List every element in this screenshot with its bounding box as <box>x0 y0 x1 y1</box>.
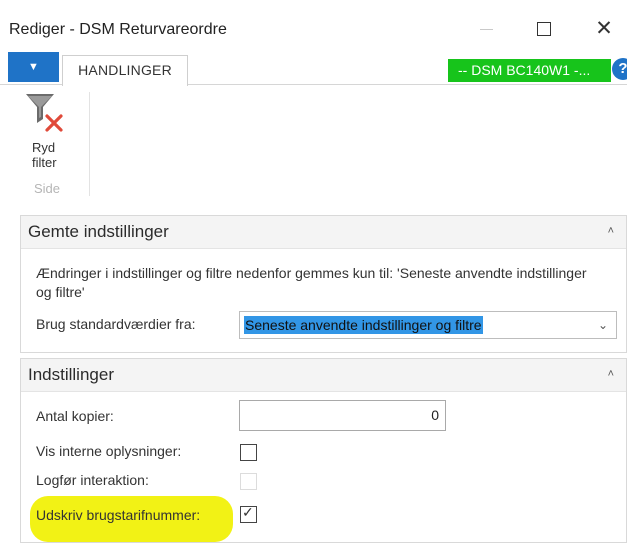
settings-section: Indstillinger ˄ Antal kopier: 0 Vis inte… <box>20 358 627 543</box>
settings-title: Indstillinger <box>28 365 114 384</box>
ribbon-divider <box>89 92 90 196</box>
maximize-icon <box>537 22 551 36</box>
ribbon: Ryd filter Side <box>0 86 627 202</box>
chevron-up-icon[interactable]: ˄ <box>608 368 614 380</box>
checkmark-icon: ✓ <box>242 504 254 520</box>
defaults-select[interactable]: Seneste anvendte indstillinger og filtre… <box>239 311 617 339</box>
saved-settings-title: Gemte indstillinger <box>28 222 169 241</box>
saved-settings-section: Gemte indstillinger ˄ Ændringer i indsti… <box>20 215 627 353</box>
tab-handlinger[interactable]: HANDLINGER <box>62 55 188 86</box>
action-tab-bar: ▼ HANDLINGER -- DSM BC140W1 -... ? <box>0 52 627 86</box>
defaults-select-value: Seneste anvendte indstillinger og filtre <box>244 316 483 334</box>
print-tariff-label: Udskriv brugstarifnummer: <box>36 507 201 523</box>
saved-settings-header[interactable]: Gemte indstillinger ˄ <box>21 216 626 249</box>
copies-input[interactable]: 0 <box>239 400 446 431</box>
internal-info-label: Vis interne oplysninger: <box>36 443 182 459</box>
ribbon-group-label: Side <box>34 181 61 196</box>
clear-filter-button[interactable]: Ryd filter <box>20 90 76 182</box>
copies-label: Antal kopier: <box>36 408 114 424</box>
chevron-down-icon[interactable]: ⌄ <box>598 318 608 332</box>
title-bar: Rediger - DSM Returvareordre ✕ <box>0 0 627 52</box>
clear-filter-icon <box>26 94 63 132</box>
company-badge[interactable]: -- DSM BC140W1 -... <box>448 59 611 82</box>
app-menu-button[interactable]: ▼ <box>8 52 59 82</box>
copies-value: 0 <box>431 407 439 423</box>
settings-header[interactable]: Indstillinger ˄ <box>21 359 626 392</box>
close-icon: ✕ <box>595 17 613 40</box>
caret-down-icon: ▼ <box>28 61 39 73</box>
chevron-up-icon[interactable]: ˄ <box>608 225 614 237</box>
clear-filter-label: Ryd filter <box>32 140 57 170</box>
saved-settings-info: Ændringer i indstillinger og filtre nede… <box>36 265 587 300</box>
print-tariff-checkbox[interactable]: ✓ <box>240 504 257 523</box>
log-interaction-label: Logfør interaktion: <box>36 472 149 488</box>
help-icon[interactable]: ? <box>612 58 627 80</box>
minimize-icon <box>479 29 493 30</box>
defaults-label: Brug standardværdier fra: <box>36 316 196 332</box>
log-interaction-checkbox <box>240 473 257 490</box>
minimize-button[interactable] <box>466 14 506 44</box>
window-title: Rediger - DSM Returvareordre <box>9 21 227 38</box>
close-button[interactable]: ✕ <box>584 14 624 44</box>
maximize-button[interactable] <box>524 14 564 44</box>
internal-info-checkbox[interactable] <box>240 444 257 461</box>
